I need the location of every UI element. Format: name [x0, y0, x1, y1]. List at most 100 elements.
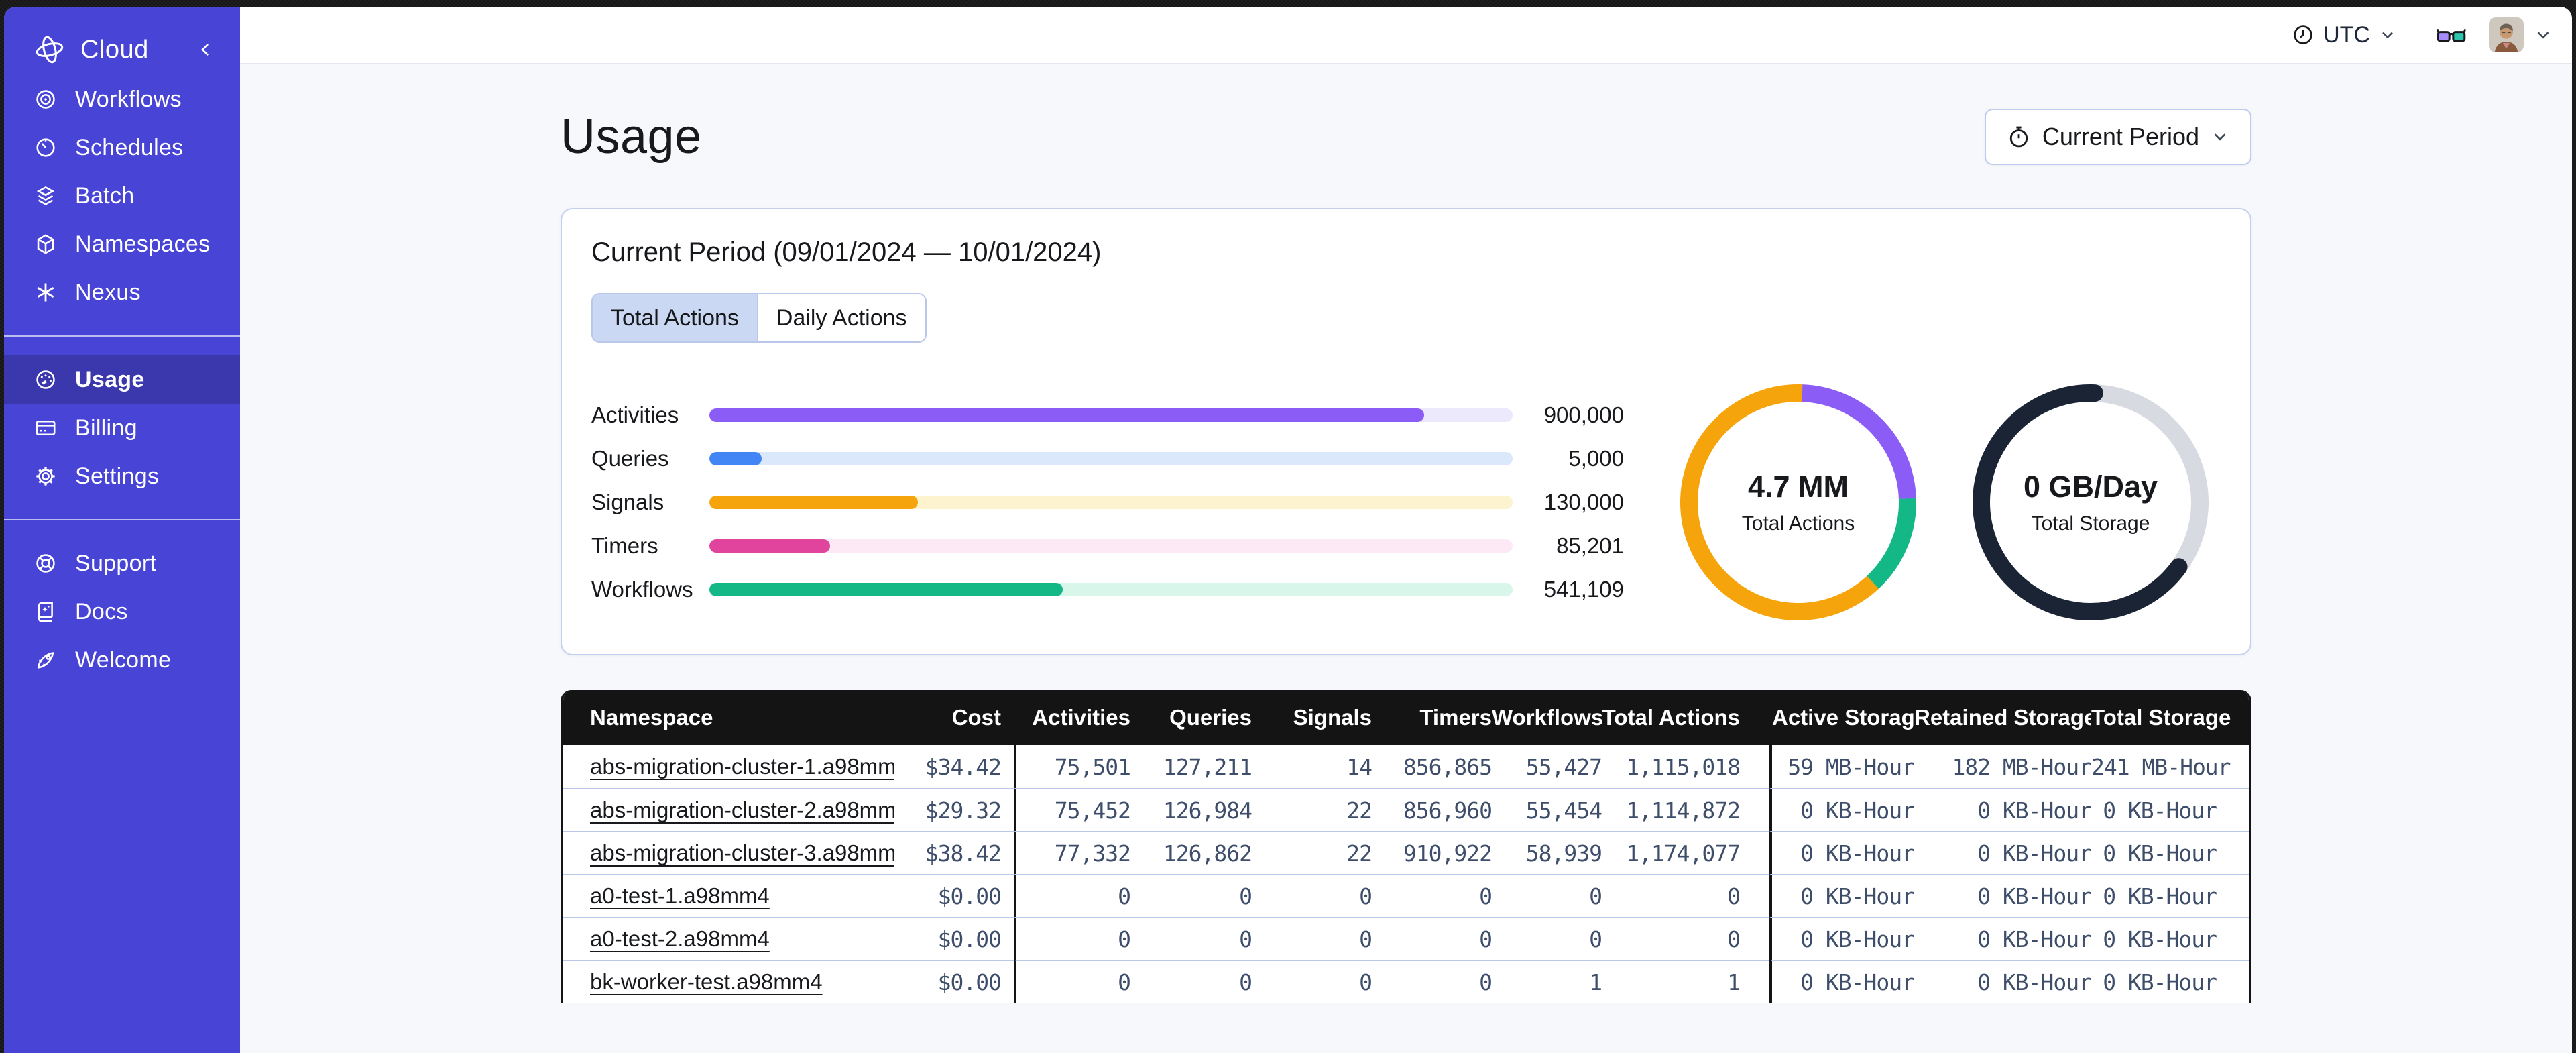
- timers-cell: 0: [1372, 917, 1492, 960]
- sidebar-group-account: Usage Billing Settings: [4, 353, 240, 503]
- sidebar-item-label: Docs: [75, 598, 128, 624]
- workflows-icon: [36, 90, 55, 109]
- retained-storage-cell: 0 KB-Hour: [1914, 831, 2091, 874]
- bar-fill: [709, 496, 919, 509]
- account-menu-button[interactable]: [2533, 25, 2553, 45]
- workflows-cell: 55,454: [1492, 788, 1602, 831]
- collapse-sidebar-icon[interactable]: [196, 40, 216, 60]
- sidebar-item-label: Batch: [75, 182, 135, 209]
- queries-cell: 126,984: [1130, 788, 1252, 831]
- sidebar-item-usage[interactable]: Usage: [4, 355, 240, 404]
- bar-track: [709, 496, 1513, 509]
- sidebar-item-support[interactable]: Support: [4, 539, 240, 588]
- actions-bar-chart: Activities 900,000 Queries 5,000 Signals: [591, 402, 1624, 603]
- total-storage-cell: 0 KB-Hour: [2091, 874, 2249, 917]
- bar-track: [709, 539, 1513, 553]
- sidebar-group-footer: Support Docs Welcome: [4, 537, 240, 687]
- settings-icon: [36, 467, 55, 486]
- tab-total-actions[interactable]: Total Actions: [593, 294, 757, 341]
- activities-cell: 75,501: [1014, 745, 1130, 788]
- bar-row-activities: Activities 900,000: [591, 402, 1624, 429]
- table-row: abs-migration-cluster-3.a98mm4 $38.42 77…: [563, 831, 2249, 874]
- signals-cell: 14: [1252, 745, 1372, 788]
- timers-cell: 910,922: [1372, 831, 1492, 874]
- col-header-retained-storage: Retained Storage: [1914, 690, 2091, 745]
- sidebar-item-nexus[interactable]: Nexus: [4, 268, 240, 317]
- clock-icon: [2294, 25, 2312, 44]
- avatar-photo: [2489, 17, 2524, 52]
- activities-cell: 75,452: [1014, 788, 1130, 831]
- nexus-icon: [37, 283, 54, 302]
- sidebar-item-batch[interactable]: Batch: [4, 172, 240, 220]
- bar-value: 85,201: [1556, 533, 1624, 558]
- sidebar-item-namespaces[interactable]: Namespaces: [4, 220, 240, 268]
- col-header-queries: Queries: [1130, 690, 1252, 745]
- namespace-link[interactable]: a0-test-2.a98mm4: [590, 926, 770, 951]
- namespace-usage-table: Namespace Cost Activities Queries Signal…: [561, 690, 2251, 1003]
- bar-fill: [709, 539, 830, 553]
- usage-summary-card: Current Period (09/01/2024 — 10/01/2024)…: [561, 208, 2251, 655]
- active-storage-cell: 0 KB-Hour: [1769, 874, 1914, 917]
- bar-value: 5,000: [1568, 446, 1624, 471]
- cost-cell: $0.00: [894, 917, 1014, 960]
- sidebar-item-label: Welcome: [75, 647, 172, 673]
- sidebar-item-welcome[interactable]: Welcome: [4, 636, 240, 684]
- namespace-link[interactable]: abs-migration-cluster-1.a98mm4: [590, 754, 894, 779]
- active-storage-cell: 59 MB-Hour: [1769, 745, 1914, 788]
- sidebar: Cloud Workflows Schedules Batch Namespac…: [4, 7, 240, 1053]
- timezone-dropdown[interactable]: UTC: [2291, 22, 2397, 48]
- sidebar-item-billing[interactable]: Billing: [4, 404, 240, 452]
- actions-tabs: Total Actions Daily Actions: [591, 293, 927, 343]
- period-select-button[interactable]: Current Period: [1984, 109, 2251, 165]
- donut-value: 0 GB/Day: [2023, 469, 2158, 504]
- activities-cell: 77,332: [1014, 831, 1130, 874]
- stopwatch-icon: [2009, 126, 2028, 148]
- col-header-active-storage: Active Storage: [1769, 690, 1914, 745]
- timezone-label: UTC: [2323, 21, 2370, 48]
- active-storage-cell: 0 KB-Hour: [1769, 788, 1914, 831]
- total-storage-cell: 0 KB-Hour: [2091, 831, 2249, 874]
- avatar[interactable]: [2489, 17, 2524, 52]
- feature-glasses-button[interactable]: [2436, 23, 2467, 46]
- namespace-link[interactable]: a0-test-1.a98mm4: [590, 883, 770, 908]
- col-header-signals: Signals: [1252, 690, 1372, 745]
- sidebar-item-workflows[interactable]: Workflows: [4, 75, 240, 123]
- bar-track: [709, 583, 1513, 596]
- bar-row-timers: Timers 85,201: [591, 533, 1624, 559]
- namespace-link[interactable]: abs-migration-cluster-2.a98mm4: [590, 797, 894, 822]
- namespace-link[interactable]: abs-migration-cluster-3.a98mm4: [590, 840, 894, 865]
- sidebar-logo-row: Cloud: [4, 27, 240, 72]
- sidebar-item-docs[interactable]: Docs: [4, 588, 240, 636]
- timers-cell: 0: [1372, 874, 1492, 917]
- sidebar-item-label: Nexus: [75, 279, 141, 305]
- namespace-link[interactable]: bk-worker-test.a98mm4: [590, 969, 823, 994]
- docs-icon: [38, 602, 53, 622]
- bar-value: 130,000: [1543, 490, 1624, 514]
- cost-cell: $34.42: [894, 745, 1014, 788]
- sidebar-item-schedules[interactable]: Schedules: [4, 123, 240, 172]
- total-storage-cell: 0 KB-Hour: [2091, 788, 2249, 831]
- namespaces-icon: [37, 234, 54, 254]
- active-storage-cell: 0 KB-Hour: [1769, 831, 1914, 874]
- sidebar-item-settings[interactable]: Settings: [4, 452, 240, 500]
- activities-cell: 0: [1014, 960, 1130, 1003]
- bar-value: 900,000: [1543, 402, 1624, 427]
- active-storage-cell: 0 KB-Hour: [1769, 917, 1914, 960]
- active-storage-cell: 0 KB-Hour: [1769, 960, 1914, 1003]
- timers-cell: 856,865: [1372, 745, 1492, 788]
- workflows-cell: 58,939: [1492, 831, 1602, 874]
- bar-label: Signals: [591, 490, 664, 514]
- col-header-total-actions: Total Actions: [1602, 690, 1769, 745]
- bar-label: Workflows: [591, 577, 693, 602]
- timers-cell: 0: [1372, 960, 1492, 1003]
- signals-cell: 22: [1252, 831, 1372, 874]
- sidebar-divider: [4, 519, 240, 520]
- tab-daily-actions[interactable]: Daily Actions: [756, 294, 925, 341]
- glasses-icon: [2436, 28, 2467, 42]
- queries-cell: 0: [1130, 874, 1252, 917]
- bar-label: Activities: [591, 402, 679, 427]
- queries-cell: 126,862: [1130, 831, 1252, 874]
- queries-cell: 127,211: [1130, 745, 1252, 788]
- workflows-cell: 1: [1492, 960, 1602, 1003]
- sidebar-item-label: Usage: [75, 366, 145, 392]
